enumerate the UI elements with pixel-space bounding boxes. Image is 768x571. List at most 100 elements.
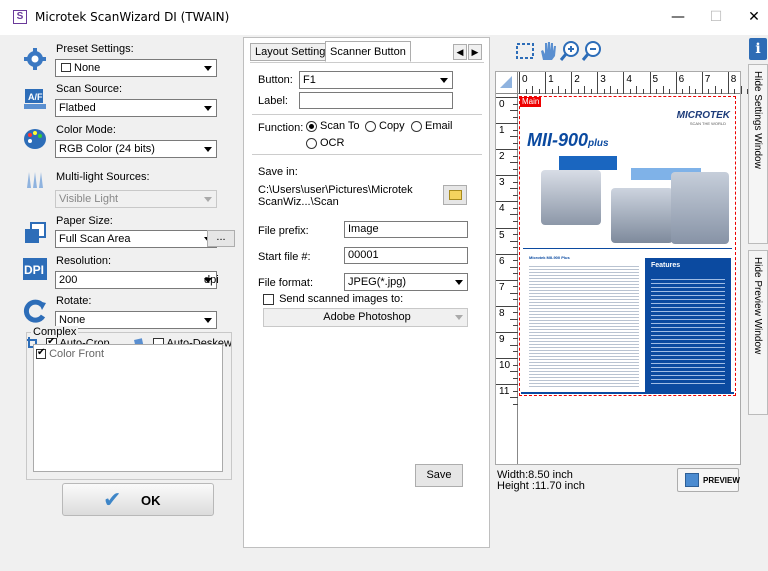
marquee-icon[interactable]	[515, 40, 537, 62]
color-front-label: Color Front	[49, 348, 105, 360]
rotate-select[interactable]: None	[55, 311, 217, 329]
chevron-down-icon	[202, 62, 214, 74]
rotate-value: None	[59, 314, 86, 326]
file-format-value: JPEG(*.jpg)	[348, 276, 407, 288]
radio-copy[interactable]	[365, 120, 376, 132]
ruler-minor-tick	[513, 273, 518, 275]
function-ocr-radio[interactable]: OCR	[306, 137, 344, 149]
ruler-tick-label: 7	[499, 281, 505, 293]
multilight-label: Multi-light Sources:	[56, 171, 150, 183]
scan-source-select[interactable]: Flatbed	[55, 99, 217, 117]
preview-image: MICROTEK SCAN THE WORLD MII-900plus Micr…	[521, 108, 734, 394]
ruler-minor-tick	[510, 318, 518, 320]
chevron-down-icon	[202, 314, 214, 326]
function-scan-to-radio[interactable]: Scan To	[306, 120, 360, 132]
ruler-minor-tick	[721, 89, 723, 94]
ruler-minor-tick	[513, 116, 518, 118]
chevron-down-icon	[202, 193, 214, 205]
ruler-tick-label: 6	[499, 255, 505, 267]
tab-scanner-button[interactable]: Scanner Button	[325, 41, 411, 62]
file-format-select[interactable]: JPEG(*.jpg)	[344, 273, 468, 291]
send-to-app-select: Adobe Photoshop	[263, 308, 468, 327]
color-front-checkbox[interactable]	[36, 347, 46, 360]
ruler-minor-tick	[513, 403, 518, 405]
ruler-tick-label: 8	[499, 307, 505, 319]
ruler-minor-tick	[513, 155, 518, 157]
complex-group: Complex Color Front	[26, 326, 232, 480]
multilight-select: Visible Light	[55, 190, 217, 208]
ruler-tick	[496, 201, 518, 203]
function-copy-radio[interactable]: Copy	[365, 120, 405, 132]
tab-next-button[interactable]: ▶	[468, 44, 482, 60]
hand-icon[interactable]	[537, 40, 559, 62]
ruler-unit-icon	[500, 76, 512, 88]
ruler-tick-label: 1	[499, 125, 505, 137]
button-select[interactable]: F1	[299, 71, 453, 89]
ruler-minor-tick	[510, 266, 518, 268]
chevron-down-icon	[453, 276, 465, 288]
ruler-tick-label: 9	[499, 333, 505, 345]
ruler-tick	[701, 72, 703, 94]
zoom-in-icon[interactable]	[559, 40, 581, 62]
ruler-tick	[727, 72, 729, 94]
hide-settings-window-tab[interactable]: Hide Settings Window	[748, 64, 768, 244]
scanner-button-panel: Layout Settings Scanner Button ◀ ▶ Butto…	[243, 37, 490, 548]
email-label: Email	[425, 120, 453, 132]
start-file-input[interactable]: 00001	[344, 247, 468, 264]
send-to-checkbox[interactable]	[263, 293, 274, 305]
ruler-minor-tick	[513, 220, 518, 222]
chevron-down-icon	[202, 143, 214, 155]
ruler-tick-label: 4	[626, 74, 632, 85]
file-prefix-input[interactable]: Image	[344, 221, 468, 238]
tab-prev-button[interactable]: ◀	[453, 44, 467, 60]
svg-text:DPI: DPI	[24, 263, 44, 277]
send-to-option[interactable]: Send scanned images to:	[263, 293, 403, 305]
ruler-minor-tick	[669, 89, 671, 94]
paper-size-select[interactable]: Full Scan Area	[55, 230, 217, 248]
ruler-minor-tick	[510, 162, 518, 164]
app-icon: S	[13, 10, 27, 24]
color-mode-select[interactable]: RGB Color (24 bits)	[55, 140, 217, 158]
zoom-out-icon[interactable]	[581, 40, 603, 62]
close-button[interactable]: ✕	[734, 4, 768, 30]
ruler-minor-tick	[513, 247, 518, 249]
info-icon[interactable]: i	[749, 38, 767, 60]
function-email-radio[interactable]: Email	[411, 120, 453, 132]
radio-ocr[interactable]	[306, 137, 317, 149]
ruler-minor-tick	[510, 371, 518, 373]
preset-select[interactable]: None	[55, 59, 217, 77]
list-item[interactable]: Color Front	[36, 347, 105, 360]
ruler-minor-tick	[513, 260, 518, 262]
brochure-model-suffix: plus	[588, 138, 609, 149]
label-input[interactable]	[299, 92, 453, 109]
ruler-minor-tick	[513, 390, 518, 392]
brochure-features: Features	[651, 262, 681, 269]
preview-button[interactable]: PREVIEW	[677, 468, 740, 492]
folder-icon	[449, 190, 462, 200]
radio-email[interactable]	[411, 120, 422, 132]
ruler-tick-label: 5	[499, 229, 505, 241]
save-button[interactable]: Save	[415, 464, 463, 487]
hide-preview-window-tab[interactable]: Hide Preview Window	[748, 250, 768, 415]
ruler-minor-tick	[513, 351, 518, 353]
ruler-tick-label: 2	[574, 74, 580, 85]
browse-folder-button[interactable]	[443, 185, 467, 205]
minimize-button[interactable]: —	[658, 4, 698, 30]
preview-area[interactable]: 0 1 2 3 4 5 6 7 8 0 1 2 3 4 5 6 7 8 9 10 11 Main MICROTEK S…	[495, 71, 749, 465]
checkmark-icon: ✔	[103, 487, 122, 512]
ok-button[interactable]: ✔ OK	[62, 483, 214, 516]
scan-frame[interactable]: Main MICROTEK SCAN THE WORLD MII-900plus…	[519, 96, 736, 396]
ruler-horizontal: 0 1 2 3 4 5 6 7 8	[518, 72, 749, 94]
resolution-select[interactable]: 200	[55, 271, 217, 289]
tab-layout-settings[interactable]: Layout Settings	[250, 43, 336, 61]
paper-size-icon	[25, 222, 46, 243]
settings-panel: Preset Settings: None A/F Scan Source: F…	[18, 37, 243, 525]
ruler-minor-tick	[564, 89, 566, 94]
chevron-down-icon	[453, 311, 465, 323]
main-frame-tag: Main	[520, 97, 542, 107]
ruler-tick	[496, 331, 518, 333]
ruler-minor-tick	[510, 344, 518, 346]
paper-size-more-button[interactable]: ...	[207, 230, 235, 247]
radio-scan-to[interactable]	[306, 120, 317, 132]
ruler-unit-button[interactable]	[496, 72, 518, 94]
